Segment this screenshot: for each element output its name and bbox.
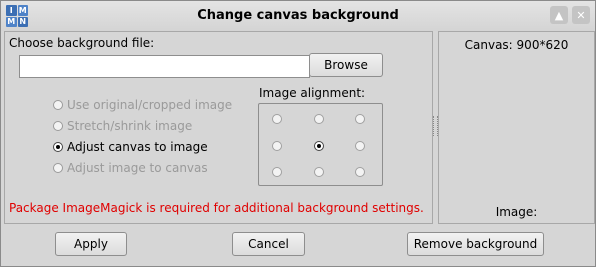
radio-button[interactable] bbox=[53, 100, 63, 110]
fit-option-label: Adjust image to canvas bbox=[67, 161, 208, 175]
radio-button[interactable] bbox=[53, 163, 63, 173]
maximize-button[interactable]: ▲ bbox=[550, 6, 568, 24]
fit-option-adjust-image[interactable]: Adjust image to canvas bbox=[53, 161, 208, 175]
radio-button[interactable] bbox=[53, 121, 63, 131]
preview-panel: Canvas: 900*620 Image: bbox=[438, 31, 595, 224]
window-title: Change canvas background bbox=[197, 8, 399, 23]
title-bar[interactable]: I M M N Change canvas background ▲ ✕ bbox=[1, 1, 595, 31]
image-alignment-label: Image alignment: bbox=[259, 86, 366, 100]
align-top-left-radio[interactable] bbox=[272, 114, 282, 124]
imagemagick-warning: Package ImageMagick is required for addi… bbox=[9, 201, 424, 215]
settings-panel: Choose background file: Browse Use origi… bbox=[4, 31, 433, 224]
image-info-label: Image: bbox=[495, 205, 538, 219]
fit-option-original[interactable]: Use original/cropped image bbox=[53, 98, 232, 112]
align-top-right-radio[interactable] bbox=[355, 114, 365, 124]
up-arrow-icon: ▲ bbox=[554, 8, 564, 22]
close-button[interactable]: ✕ bbox=[572, 6, 590, 24]
apply-button[interactable]: Apply bbox=[55, 232, 127, 256]
align-center-radio[interactable] bbox=[314, 141, 324, 151]
align-left-radio[interactable] bbox=[272, 141, 282, 151]
align-top-radio[interactable] bbox=[314, 114, 324, 124]
background-file-input[interactable] bbox=[19, 55, 310, 78]
fit-option-stretch[interactable]: Stretch/shrink image bbox=[53, 119, 192, 133]
radio-button-selected[interactable] bbox=[53, 142, 63, 152]
dialog-window: I M M N Change canvas background ▲ ✕ Cho… bbox=[0, 0, 596, 267]
align-right-radio[interactable] bbox=[355, 141, 365, 151]
fit-option-label: Stretch/shrink image bbox=[67, 119, 193, 133]
align-bottom-left-radio[interactable] bbox=[272, 167, 282, 177]
canvas-size-text: Canvas: 900*620 bbox=[464, 38, 569, 52]
cancel-button[interactable]: Cancel bbox=[232, 232, 305, 256]
background-file-label: Choose background file: bbox=[9, 36, 155, 50]
align-bottom-right-radio[interactable] bbox=[355, 167, 365, 177]
remove-background-button[interactable]: Remove background bbox=[407, 232, 544, 256]
browse-button[interactable]: Browse bbox=[309, 53, 383, 77]
fit-option-adjust-canvas[interactable]: Adjust canvas to image bbox=[53, 140, 208, 154]
alignment-grid bbox=[258, 103, 383, 186]
fit-option-label: Adjust canvas to image bbox=[67, 140, 208, 154]
align-bottom-radio[interactable] bbox=[314, 167, 324, 177]
fit-option-label: Use original/cropped image bbox=[67, 98, 233, 112]
close-icon: ✕ bbox=[576, 8, 586, 22]
